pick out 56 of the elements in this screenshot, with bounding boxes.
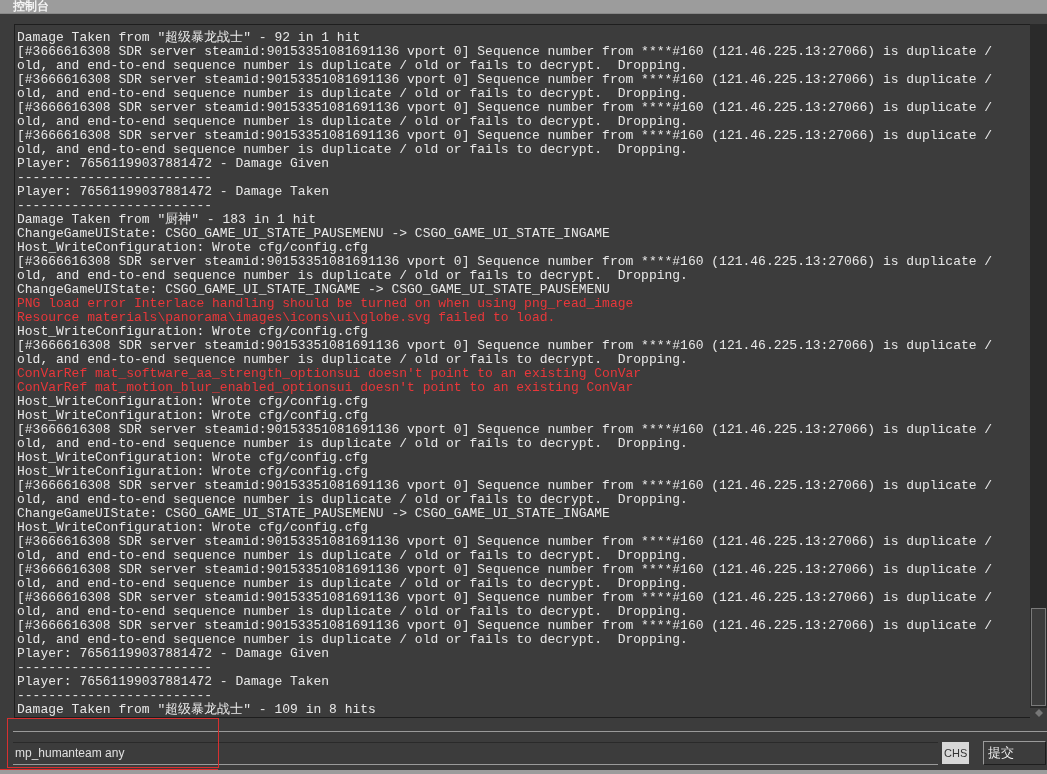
log-line: [#3666616308 SDR server steamid:90153351081691136 vport 0] Sequence number from ****#160 (121.46.225.13:27066) is duplicate / — [17, 619, 993, 633]
log-line: ChangeGameUIState: CSGO_GAME_UI_STATE_PAUSEMENU -> CSGO_GAME_UI_STATE_INGAME — [17, 507, 610, 521]
log-line: [#3666616308 SDR server steamid:90153351081691136 vport 0] Sequence number from ****#160 (121.46.225.13:27066) is duplicate / — [17, 45, 993, 59]
log-line: Host_WriteConfiguration: Wrote cfg/config.cfg — [17, 325, 369, 339]
log-line: ------------------------- — [17, 199, 213, 213]
log-line: ConVarRef mat_software_aa_strength_optionsui doesn't point to an existing ConVar — [17, 367, 642, 381]
log-line: Resource materials\panorama\images\icons\ui\globe.svg failed to load. — [17, 311, 556, 325]
log-line: old, and end-to-end sequence number is duplicate / old or fails to decrypt. Dropping. — [17, 549, 688, 563]
log-line: [#3666616308 SDR server steamid:90153351081691136 vport 0] Sequence number from ****#160 (121.46.225.13:27066) is duplicate / — [17, 535, 993, 549]
log-line: ------------------------- — [17, 171, 213, 185]
log-line: old, and end-to-end sequence number is duplicate / old or fails to decrypt. Dropping. — [17, 633, 688, 647]
log-line: Host_WriteConfiguration: Wrote cfg/config.cfg — [17, 241, 369, 255]
log-line: [#3666616308 SDR server steamid:90153351081691136 vport 0] Sequence number from ****#160 (121.46.225.13:27066) is duplicate / — [17, 73, 993, 87]
log-line: [#3666616308 SDR server steamid:90153351081691136 vport 0] Sequence number from ****#160 (121.46.225.13:27066) is duplicate / — [17, 101, 993, 115]
log-line: PNG load error Interlace handling should be turned on when using png_read_image — [17, 297, 634, 311]
scroll-down-icon[interactable] — [1033, 708, 1044, 718]
log-line: Host_WriteConfiguration: Wrote cfg/config.cfg — [17, 521, 369, 535]
log-line: old, and end-to-end sequence number is duplicate / old or fails to decrypt. Dropping. — [17, 437, 688, 451]
log-line: old, and end-to-end sequence number is duplicate / old or fails to decrypt. Dropping. — [17, 143, 688, 157]
command-input[interactable]: mp_humanteam any — [13, 741, 938, 765]
log-line: Host_WriteConfiguration: Wrote cfg/config.cfg — [17, 395, 369, 409]
log-line: Player: 76561199037881472 - Damage Given — [17, 647, 330, 661]
log-line: old, and end-to-end sequence number is duplicate / old or fails to decrypt. Dropping. — [17, 353, 688, 367]
log-line: Host_WriteConfiguration: Wrote cfg/config.cfg — [17, 451, 369, 465]
log-line: old, and end-to-end sequence number is duplicate / old or fails to decrypt. Dropping. — [17, 87, 688, 101]
log-line: ChangeGameUIState: CSGO_GAME_UI_STATE_INGAME -> CSGO_GAME_UI_STATE_PAUSEMENU — [17, 283, 610, 297]
log-line: [#3666616308 SDR server steamid:90153351081691136 vport 0] Sequence number from ****#160 (121.46.225.13:27066) is duplicate / — [17, 339, 993, 353]
scrollbar[interactable] — [1030, 24, 1047, 718]
log-line: old, and end-to-end sequence number is duplicate / old or fails to decrypt. Dropping. — [17, 115, 688, 129]
log-line: [#3666616308 SDR server steamid:90153351081691136 vport 0] Sequence number from ****#160 (121.46.225.13:27066) is duplicate / — [17, 479, 993, 493]
log-line: Player: 76561199037881472 - Damage Taken — [17, 185, 330, 199]
log-line: Player: 76561199037881472 - Damage Taken — [17, 675, 330, 689]
log-line: old, and end-to-end sequence number is duplicate / old or fails to decrypt. Dropping. — [17, 493, 688, 507]
log-line: ------------------------- — [17, 689, 213, 703]
log-line: old, and end-to-end sequence number is duplicate / old or fails to decrypt. Dropping. — [17, 269, 688, 283]
log-line: [#3666616308 SDR server steamid:90153351081691136 vport 0] Sequence number from ****#160 (121.46.225.13:27066) is duplicate / — [17, 129, 993, 143]
log-line: ------------------------- — [17, 661, 213, 675]
log-line: [#3666616308 SDR server steamid:90153351081691136 vport 0] Sequence number from ****#160 (121.46.225.13:27066) is duplicate / — [17, 591, 993, 605]
log-line: Host_WriteConfiguration: Wrote cfg/config.cfg — [17, 465, 369, 479]
log-line: Player: 76561199037881472 - Damage Given — [17, 157, 330, 171]
log-line: Damage Taken from "超级暴龙战士" - 92 in 1 hit — [17, 31, 361, 45]
log-line: [#3666616308 SDR server steamid:90153351081691136 vport 0] Sequence number from ****#160 (121.46.225.13:27066) is duplicate / — [17, 423, 993, 437]
log-line: old, and end-to-end sequence number is duplicate / old or fails to decrypt. Dropping. — [17, 605, 688, 619]
log-line: [#3666616308 SDR server steamid:90153351081691136 vport 0] Sequence number from ****#160 (121.46.225.13:27066) is duplicate / — [17, 255, 993, 269]
ime-indicator: CHS — [942, 742, 970, 764]
log-line: Damage Taken from "厨神" - 183 in 1 hit — [17, 213, 317, 227]
log-line: ChangeGameUIState: CSGO_GAME_UI_STATE_PAUSEMENU -> CSGO_GAME_UI_STATE_INGAME — [17, 227, 610, 241]
log-line: old, and end-to-end sequence number is duplicate / old or fails to decrypt. Dropping. — [17, 59, 688, 73]
log-line: [#3666616308 SDR server steamid:90153351081691136 vport 0] Sequence number from ****#160 (121.46.225.13:27066) is duplicate / — [17, 563, 993, 577]
log-line: Host_WriteConfiguration: Wrote cfg/config.cfg — [17, 409, 369, 423]
log-line: old, and end-to-end sequence number is duplicate / old or fails to decrypt. Dropping. — [17, 577, 688, 591]
log-line: Damage Taken from "超级暴龙战士" - 109 in 8 hits — [17, 703, 376, 717]
log-line: ConVarRef mat_motion_blur_enabled_optionsui doesn't point to an existing ConVar — [17, 381, 634, 395]
window-title: 控制台 — [13, 0, 49, 13]
submit-button[interactable]: 提交 — [983, 741, 1047, 765]
scrollbar-thumb[interactable] — [1031, 608, 1046, 706]
